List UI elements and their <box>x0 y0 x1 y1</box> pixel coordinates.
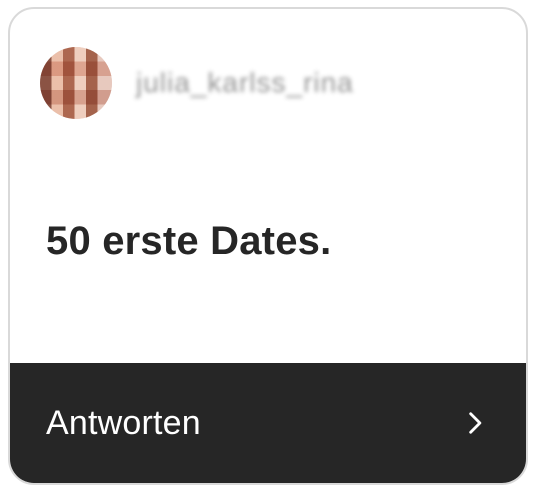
card-header: julia_karlss_rina <box>40 43 506 123</box>
message-title: 50 erste Dates. <box>46 219 332 263</box>
avatar[interactable] <box>40 47 112 119</box>
avatar-image-overlay <box>40 47 112 119</box>
chevron-right-icon <box>462 410 488 436</box>
message-card: julia_karlss_rina 50 erste Dates. Antwor… <box>8 7 528 485</box>
reply-bar[interactable]: Antworten <box>10 363 526 483</box>
username-text: julia_karlss_rina <box>136 67 354 98</box>
reply-label: Antworten <box>46 403 201 442</box>
username[interactable]: julia_karlss_rina <box>136 67 396 98</box>
